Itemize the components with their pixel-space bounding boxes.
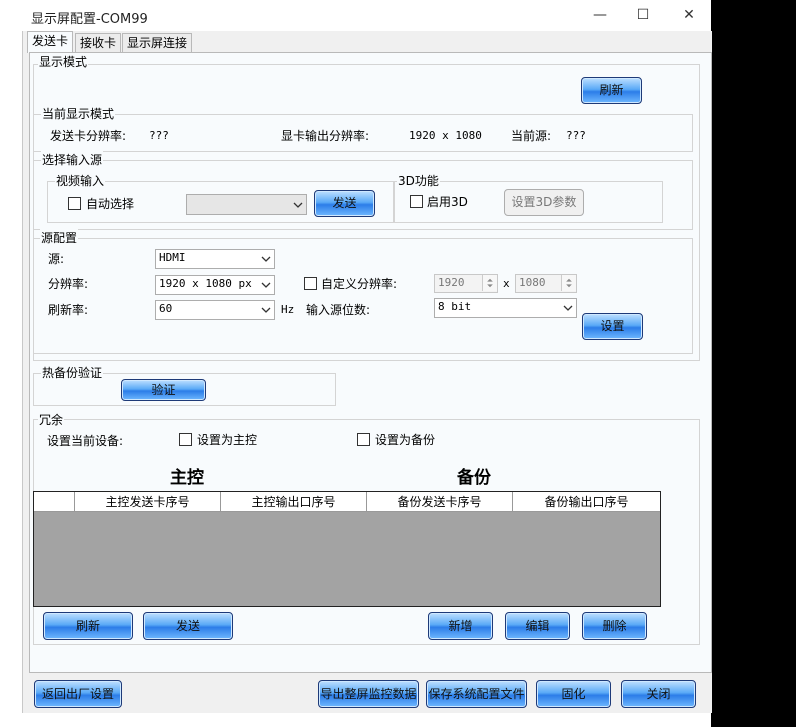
custom-width-spinner[interactable]: 1920 xyxy=(434,274,498,293)
redundancy-table[interactable]: 主控发送卡序号 主控输出口序号 备份发送卡序号 备份输出口序号 xyxy=(33,491,661,607)
spinner-arrows-icon[interactable] xyxy=(482,275,497,291)
enable-3d-label: 启用3D xyxy=(427,195,468,209)
resolution-select-value: 1920 x 1080 px xyxy=(159,277,252,290)
refresh-rate-value: 60 xyxy=(159,302,173,315)
factory-reset-button[interactable]: 返回出厂设置 xyxy=(34,680,122,708)
gpu-res-value: 1920 x 1080 xyxy=(409,129,482,142)
backup-title: 备份 xyxy=(457,468,491,488)
auto-select-label: 自动选择 xyxy=(86,197,135,211)
close-window-button[interactable]: ✕ xyxy=(666,0,712,31)
config-window: 显示屏配置-COM99 — ☐ ✕ 发送卡 接收卡 显示屏连接 显示模式 刷新 … xyxy=(0,0,712,727)
spinner-arrows-icon[interactable] xyxy=(561,275,576,291)
tab-sender-card[interactable]: 发送卡 xyxy=(27,31,74,53)
custom-height-spinner[interactable]: 1080 xyxy=(515,274,577,293)
custom-width-value: 1920 xyxy=(438,276,465,289)
master-title: 主控 xyxy=(170,468,204,488)
column-header[interactable]: 备份输出口序号 xyxy=(513,492,660,512)
column-header[interactable]: 主控输出口序号 xyxy=(221,492,367,512)
current-source-value: ??? xyxy=(566,129,586,142)
edit-button[interactable]: 编辑 xyxy=(505,612,570,640)
window-title: 显示屏配置-COM99 xyxy=(31,12,148,27)
solidify-button[interactable]: 固化 xyxy=(536,680,611,708)
video-input-label: 视频输入 xyxy=(55,172,106,189)
bitdepth-value: 8 bit xyxy=(438,300,472,313)
input-source-label: 选择输入源 xyxy=(41,151,104,168)
verify-button[interactable]: 验证 xyxy=(121,379,206,401)
delete-button[interactable]: 删除 xyxy=(582,612,647,640)
save-config-button[interactable]: 保存系统配置文件 xyxy=(426,680,527,708)
display-mode-label: 显示模式 xyxy=(38,53,89,70)
custom-resolution-checkbox[interactable] xyxy=(304,277,317,290)
chevron-down-icon xyxy=(293,202,303,208)
client-area: 发送卡 接收卡 显示屏连接 显示模式 刷新 当前显示模式 发送卡分辨率: ???… xyxy=(22,31,712,713)
resolution-label: 分辨率: xyxy=(48,277,89,291)
current-mode-label: 当前显示模式 xyxy=(41,105,116,122)
set-backup-checkbox[interactable] xyxy=(357,433,370,446)
maximize-button[interactable]: ☐ xyxy=(620,0,666,31)
auto-select-checkbox[interactable] xyxy=(68,197,81,210)
minimize-button[interactable]: — xyxy=(577,0,623,31)
export-monitor-button[interactable]: 导出整屏监控数据 xyxy=(318,680,419,708)
source-select[interactable]: HDMI xyxy=(155,249,275,269)
row-header-corner xyxy=(34,492,75,512)
tab-screen-connection[interactable]: 显示屏连接 xyxy=(122,33,193,53)
chevron-down-icon xyxy=(261,256,271,262)
redundancy-label: 冗余 xyxy=(38,411,65,428)
add-button[interactable]: 新增 xyxy=(428,612,493,640)
set-backup-label: 设置为备份 xyxy=(375,433,436,447)
refresh-display-button[interactable]: 刷新 xyxy=(581,77,642,104)
hz-label: Hz xyxy=(281,303,295,316)
close-button[interactable]: 关闭 xyxy=(621,680,696,708)
column-header[interactable]: 备份发送卡序号 xyxy=(367,492,513,512)
set-master-checkbox[interactable] xyxy=(179,433,192,446)
source-config-label: 源配置 xyxy=(40,229,79,246)
custom-resolution-label: 自定义分辨率: xyxy=(321,277,398,291)
title-bar: 显示屏配置-COM99 — ☐ ✕ xyxy=(0,0,711,31)
set-source-button[interactable]: 设置 xyxy=(582,313,643,340)
enable-3d-checkbox[interactable] xyxy=(410,195,423,208)
bitdepth-select[interactable]: 8 bit xyxy=(434,298,577,318)
hot-backup-label: 热备份验证 xyxy=(41,364,104,381)
sender-res-value: ??? xyxy=(149,129,169,142)
send-redundancy-button[interactable]: 发送 xyxy=(143,612,233,640)
resolution-select[interactable]: 1920 x 1080 px xyxy=(155,275,275,295)
source-label: 源: xyxy=(48,252,65,266)
source-select-value: HDMI xyxy=(159,251,186,264)
tab-receiver-card[interactable]: 接收卡 xyxy=(75,33,122,53)
set-3d-button[interactable]: 设置3D参数 xyxy=(504,189,584,216)
refresh-rate-select[interactable]: 60 xyxy=(155,300,275,320)
custom-height-value: 1080 xyxy=(519,276,546,289)
custom-x-label: x xyxy=(503,277,510,290)
bitdepth-label: 输入源位数: xyxy=(306,303,371,317)
threed-label: 3D功能 xyxy=(397,172,440,189)
refresh-redundancy-button[interactable]: 刷新 xyxy=(43,612,133,640)
chevron-down-icon xyxy=(261,307,271,313)
gpu-res-label: 显卡输出分辨率: xyxy=(281,129,370,143)
sender-res-label: 发送卡分辨率: xyxy=(50,129,127,143)
set-master-label: 设置为主控 xyxy=(197,433,258,447)
current-source-label: 当前源: xyxy=(511,129,552,143)
chevron-down-icon xyxy=(261,282,271,288)
current-device-label: 设置当前设备: xyxy=(47,434,124,448)
refresh-rate-label: 刷新率: xyxy=(48,303,89,317)
send-input-button[interactable]: 发送 xyxy=(314,190,375,217)
column-header[interactable]: 主控发送卡序号 xyxy=(75,492,221,512)
chevron-down-icon xyxy=(563,305,573,311)
video-input-select[interactable] xyxy=(186,194,307,215)
